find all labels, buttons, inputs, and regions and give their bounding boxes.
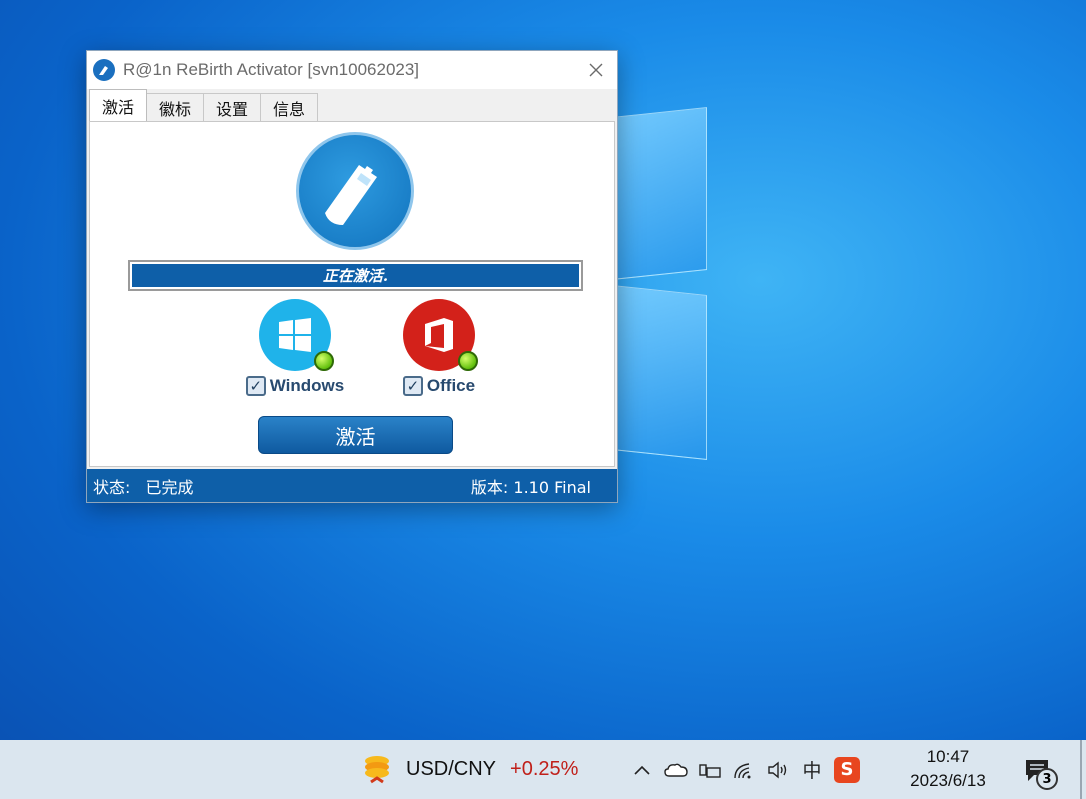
version-text: 版本: 1.10 Final <box>470 477 591 497</box>
close-icon <box>589 63 603 77</box>
action-center-button[interactable]: 3 <box>1020 754 1060 790</box>
windows-label: Windows <box>269 376 345 395</box>
volume-icon[interactable] <box>766 758 790 782</box>
windows-option[interactable]: ✓ Windows <box>240 376 350 396</box>
status-ok-dot-icon <box>458 351 478 371</box>
activation-progress: 正在激活. <box>128 260 583 291</box>
status-value: 已完成 <box>145 477 194 497</box>
currency-pair: USD/CNY <box>406 758 497 780</box>
tab-content-panel: 正在激活. ✓ Windows ✓ Office 激活 <box>89 121 615 467</box>
activator-window: R@1n ReBirth Activator [svn10062023] 激活 … <box>86 50 618 503</box>
app-flask-icon <box>93 59 115 81</box>
taskbar: USD/CNY +0.25% 中 S 10:47 2023/6/13 3 <box>0 740 1086 799</box>
tab-info[interactable]: 信息 <box>260 93 319 121</box>
wallpaper-pane <box>612 107 707 280</box>
title-bar[interactable]: R@1n ReBirth Activator [svn10062023] <box>87 51 617 89</box>
show-hidden-icons-chevron-icon[interactable] <box>630 758 654 782</box>
system-tray: 中 S <box>630 740 860 799</box>
wallpaper-pane <box>612 285 707 460</box>
window-title: R@1n ReBirth Activator [svn10062023] <box>123 60 420 79</box>
status-ok-dot-icon <box>314 351 334 371</box>
tab-activate[interactable]: 激活 <box>89 89 148 121</box>
office-product: ✓ Office <box>384 299 494 409</box>
activate-button[interactable]: 激活 <box>258 416 453 454</box>
office-checkbox[interactable]: ✓ <box>402 376 423 396</box>
wifi-icon[interactable] <box>732 758 756 782</box>
tab-settings[interactable]: 设置 <box>203 93 262 121</box>
close-button[interactable] <box>585 59 607 81</box>
currency-change: +0.25% <box>510 758 579 780</box>
status-text: 状态: 已完成 <box>93 474 194 498</box>
currency-widget[interactable]: USD/CNY +0.25% <box>360 740 578 799</box>
tab-strip: 激活 徽标 设置 信息 <box>87 89 617 121</box>
status-bar: 状态: 已完成 版本: 1.10 Final <box>87 469 617 502</box>
windows-product: ✓ Windows <box>240 299 350 409</box>
office-option[interactable]: ✓ Office <box>384 376 494 396</box>
device-icon[interactable] <box>698 758 722 782</box>
notification-count-badge: 3 <box>1036 768 1058 790</box>
progress-text: 正在激活. <box>322 267 389 285</box>
taskbar-clock[interactable]: 10:47 2023/6/13 <box>893 745 1003 793</box>
coins-icon <box>360 753 394 787</box>
clock-date: 2023/6/13 <box>910 771 986 790</box>
tab-logo[interactable]: 徽标 <box>146 93 205 121</box>
office-label: Office <box>426 376 476 395</box>
windows-checkbox[interactable]: ✓ <box>245 376 266 396</box>
ime-indicator[interactable]: 中 <box>800 758 824 782</box>
sogou-ime-icon[interactable]: S <box>834 756 860 783</box>
show-desktop-button[interactable] <box>1080 740 1082 799</box>
progress-fill: 正在激活. <box>132 264 579 287</box>
onedrive-cloud-icon[interactable] <box>664 758 688 782</box>
flask-logo-icon <box>296 132 414 250</box>
clock-time: 10:47 <box>926 747 970 766</box>
status-prefix: 状态: <box>93 477 131 497</box>
